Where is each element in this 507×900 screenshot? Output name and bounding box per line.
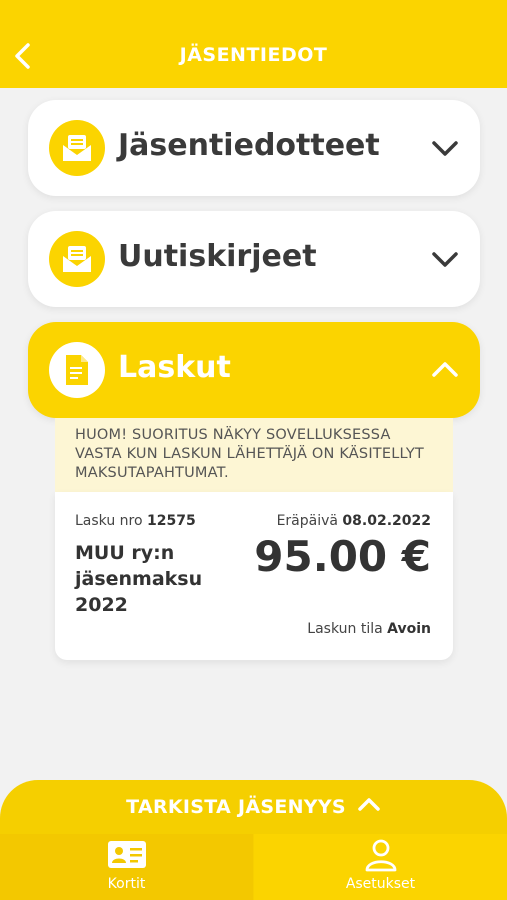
invoice-number: Lasku nro 12575: [75, 513, 196, 529]
section-jasentiedotteet[interactable]: Jäsentiedotteet: [28, 100, 480, 196]
check-membership-button[interactable]: TARKISTA JÄSENYYS: [0, 780, 507, 840]
check-membership-label: TARKISTA JÄSENYYS: [0, 796, 507, 818]
tab-kortit[interactable]: Kortit: [0, 834, 253, 900]
bottom-tab-bar: Kortit Asetukset: [0, 834, 507, 900]
invoice-status: Laskun tila Avoin: [307, 621, 431, 637]
invoice-number-value: 12575: [147, 513, 196, 529]
section-laskut[interactable]: Laskut: [28, 322, 480, 418]
tab-label: Kortit: [107, 876, 146, 892]
invoice-amount: 95.00 €: [254, 532, 431, 581]
due-date-label: Eräpäivä: [276, 513, 338, 529]
id-card-icon: [0, 838, 253, 872]
invoice-title: MUU ry:n jäsenmaksu 2022: [75, 542, 203, 616]
invoice-due-date: Eräpäivä 08.02.2022: [277, 513, 431, 529]
app-header: JÄSENTIEDOT: [0, 0, 507, 88]
chevron-up-icon: [432, 362, 458, 377]
section-uutiskirjeet[interactable]: Uutiskirjeet: [28, 211, 480, 307]
envelope-letter-icon: [49, 120, 105, 176]
invoice-number-label: Lasku nro: [75, 513, 143, 529]
section-label: Jäsentiedotteet: [118, 128, 380, 163]
status-label: Laskun tila: [307, 621, 383, 637]
invoice-card[interactable]: Lasku nro 12575 MUU ry:n jäsenmaksu 2022…: [55, 492, 453, 660]
payment-notice: HUOM! SUORITUS NÄKYY SOVELLUKSESSA VASTA…: [55, 418, 453, 492]
chevron-down-icon: [432, 141, 458, 156]
due-date-value: 08.02.2022: [342, 513, 431, 529]
tab-asetukset[interactable]: Asetukset: [254, 834, 507, 900]
chevron-down-icon: [432, 252, 458, 267]
envelope-letter-icon: [49, 231, 105, 287]
chevron-up-icon: [358, 798, 380, 811]
tab-label: Asetukset: [345, 876, 416, 892]
check-membership-text: TARKISTA JÄSENYYS: [126, 796, 346, 818]
status-value: Avoin: [387, 621, 431, 637]
section-label: Uutiskirjeet: [118, 239, 317, 274]
user-icon: [254, 838, 507, 872]
page-title: JÄSENTIEDOT: [179, 44, 328, 66]
section-label: Laskut: [118, 350, 231, 385]
invoice-document-icon: [49, 342, 105, 398]
